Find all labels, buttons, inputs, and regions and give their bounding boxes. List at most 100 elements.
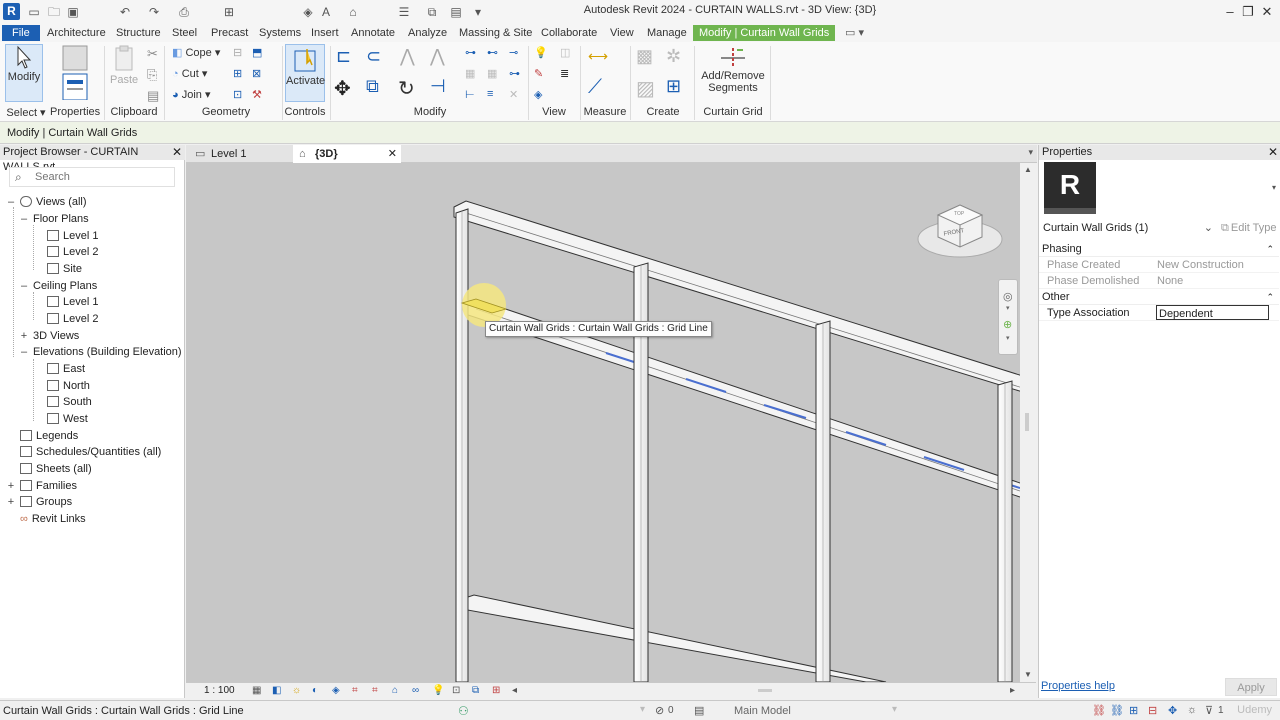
scroll-left-icon[interactable]: ◂ [512,685,524,697]
tree-elevation-north[interactable]: North [47,380,90,392]
type-association-field[interactable]: Dependent [1156,305,1269,320]
render-icon[interactable]: ◈ [332,685,344,697]
view-scale[interactable]: 1 : 100 [204,685,235,696]
tab-systems[interactable]: Systems [256,25,304,41]
align-tool-icon[interactable]: ⊏ [336,46,358,68]
create-group-icon[interactable]: ▨ [636,76,660,100]
background-process-icon[interactable]: ☼ [1187,704,1197,716]
tree-ceiling-plan-level-2[interactable]: Level 2 [47,313,98,325]
tab-collaborate[interactable]: Collaborate [538,25,600,41]
folder-icon[interactable]: 🗀 [46,4,62,20]
zoom-menu-icon[interactable]: ▾ [1006,334,1010,342]
collapse-icon[interactable]: – [6,196,16,208]
nav-menu-icon[interactable]: ▾ [1006,304,1010,312]
tab-architecture[interactable]: Architecture [44,25,109,41]
tab-view[interactable]: View [607,25,637,41]
close-icon[interactable]: ✕ [1268,145,1278,160]
tree-elevation-east[interactable]: East [47,363,85,375]
sun-path-icon[interactable]: ☼ [292,685,304,697]
tab-file[interactable]: File [2,25,40,41]
group-other[interactable]: Other ⌃ [1039,289,1279,305]
lock-view-icon[interactable]: ⌂ [392,685,404,697]
scroll-thumb[interactable] [1025,413,1029,431]
temp-hide-icon[interactable]: ∞ [412,685,424,697]
offset-icon[interactable]: ⊂ [366,46,392,68]
properties-help-link[interactable]: Properties help [1041,680,1115,692]
tree-floor-plan-level-2[interactable]: Level 2 [47,246,98,258]
viewport-scrollbar[interactable]: ▲ ▼ [1020,163,1036,682]
revit-logo-icon[interactable]: R [3,3,20,20]
tab-analyze[interactable]: Analyze [405,25,450,41]
tree-floor-plans[interactable]: – Floor Plans [21,213,89,225]
tree-3d-views[interactable]: +3D Views [21,330,79,342]
close-window-button[interactable]: ✕ [1252,2,1280,22]
close-hidden-icon[interactable]: ⧉ [424,4,440,20]
tree-elevation-south[interactable]: South [47,396,92,408]
worksharing-status-icon[interactable]: ⚇ [458,704,469,718]
redo-icon[interactable]: ↷ [146,4,162,20]
split-gap-icon[interactable]: ⊷ [487,46,503,62]
instance-filter-dropdown[interactable]: Curtain Wall Grids (1) ⌄ [1043,220,1213,236]
tree-families[interactable]: + Families [8,480,77,492]
print-icon[interactable]: ⎙ [176,4,192,20]
hide-element-icon[interactable]: 💡 [534,46,550,62]
tree-floor-plan-level-1[interactable]: Level 1 [47,230,98,242]
split-face-icon[interactable]: ⊟ [233,46,249,62]
workset-dropdown-icon[interactable]: ▾ [640,704,645,715]
cut-button[interactable]: ◔ Cut ▾ [172,67,207,80]
detail-level-icon[interactable]: ▦ [252,685,264,697]
expand-icon[interactable]: + [6,480,16,492]
save-icon[interactable]: ▣ [65,4,81,20]
modify-button[interactable]: Modify [5,44,43,102]
unpin-icon[interactable]: ▦ [465,67,481,83]
tree-floor-plan-site[interactable]: Site [47,263,82,275]
dimension-icon[interactable]: ⟋ [588,76,618,102]
tree-groups[interactable]: + Groups [8,496,72,508]
select-pinned-icon[interactable]: ⊞ [1129,704,1138,717]
horizontal-scroll-thumb[interactable] [758,689,772,692]
array-icon[interactable]: ▦ [487,67,503,83]
tree-legends[interactable]: Legends [20,430,78,442]
trim-multiple-icon[interactable]: ≡ [487,88,503,104]
type-dropdown-icon[interactable]: ▾ [1272,183,1276,192]
trim-single-icon[interactable]: ⊢ [465,88,481,104]
copy-element-icon[interactable]: ⧉ [366,76,392,98]
3d-viewport[interactable]: FRONT TOP ◎ ▾ ⊕ ▾ [186,163,1020,682]
wall-joins-icon[interactable]: ⊞ [233,67,249,83]
drag-elements-icon[interactable]: ✥ [1168,704,1177,717]
join-button[interactable]: ◕ Join ▾ [172,88,210,101]
cut-scissors-icon[interactable]: ✂ [147,46,163,62]
worksharing-icon[interactable]: ⊡ [452,685,464,697]
tag-icon[interactable]: ◈ [300,4,316,20]
override-graphics-icon[interactable]: ◫ [560,46,576,62]
paint-icon[interactable]: ⬒ [252,46,268,62]
edit-type-button[interactable]: ⧉ Edit Type [1221,220,1277,236]
tree-ceiling-plan-level-1[interactable]: Level 1 [47,296,98,308]
scroll-up-icon[interactable]: ▲ [1024,165,1032,174]
tree-ceiling-plans[interactable]: – Ceiling Plans [21,280,97,292]
delete-icon[interactable]: ✕ [509,88,525,104]
tab-annotate[interactable]: Annotate [348,25,398,41]
close-icon[interactable]: ✕ [172,145,182,160]
reveal-hidden-icon[interactable]: 💡 [432,685,444,697]
line-work-icon[interactable]: ✎ [534,67,550,83]
tab-precast[interactable]: Precast [208,25,251,41]
collapse-icon[interactable]: – [19,346,29,358]
thin-lines-icon[interactable]: ☰ [396,4,412,20]
tab-massing-site[interactable]: Massing & Site [456,25,535,41]
apply-button[interactable]: Apply [1225,678,1277,696]
home-icon[interactable]: ⌂ [345,4,361,20]
undo-icon[interactable]: ↶ [117,4,133,20]
mirror-axis-icon[interactable]: ⋀ [400,46,422,68]
tree-revit-links[interactable]: ∞ Revit Links [20,513,86,525]
tab-structure[interactable]: Structure [113,25,164,41]
collapse-icon[interactable]: – [19,213,29,225]
tab-insert[interactable]: Insert [308,25,342,41]
move-icon[interactable]: ✥ [334,76,356,100]
steering-wheel-icon[interactable]: ◎ [1003,290,1013,303]
create-similar-icon[interactable]: ⊞ [666,76,690,100]
activate-button[interactable]: Activate [285,44,325,102]
tab-modify-curtain-wall-grids[interactable]: Modify | Curtain Wall Grids [693,25,836,41]
tree-elevation-west[interactable]: West [47,413,88,425]
shadows-icon[interactable]: ◐ [312,685,324,697]
